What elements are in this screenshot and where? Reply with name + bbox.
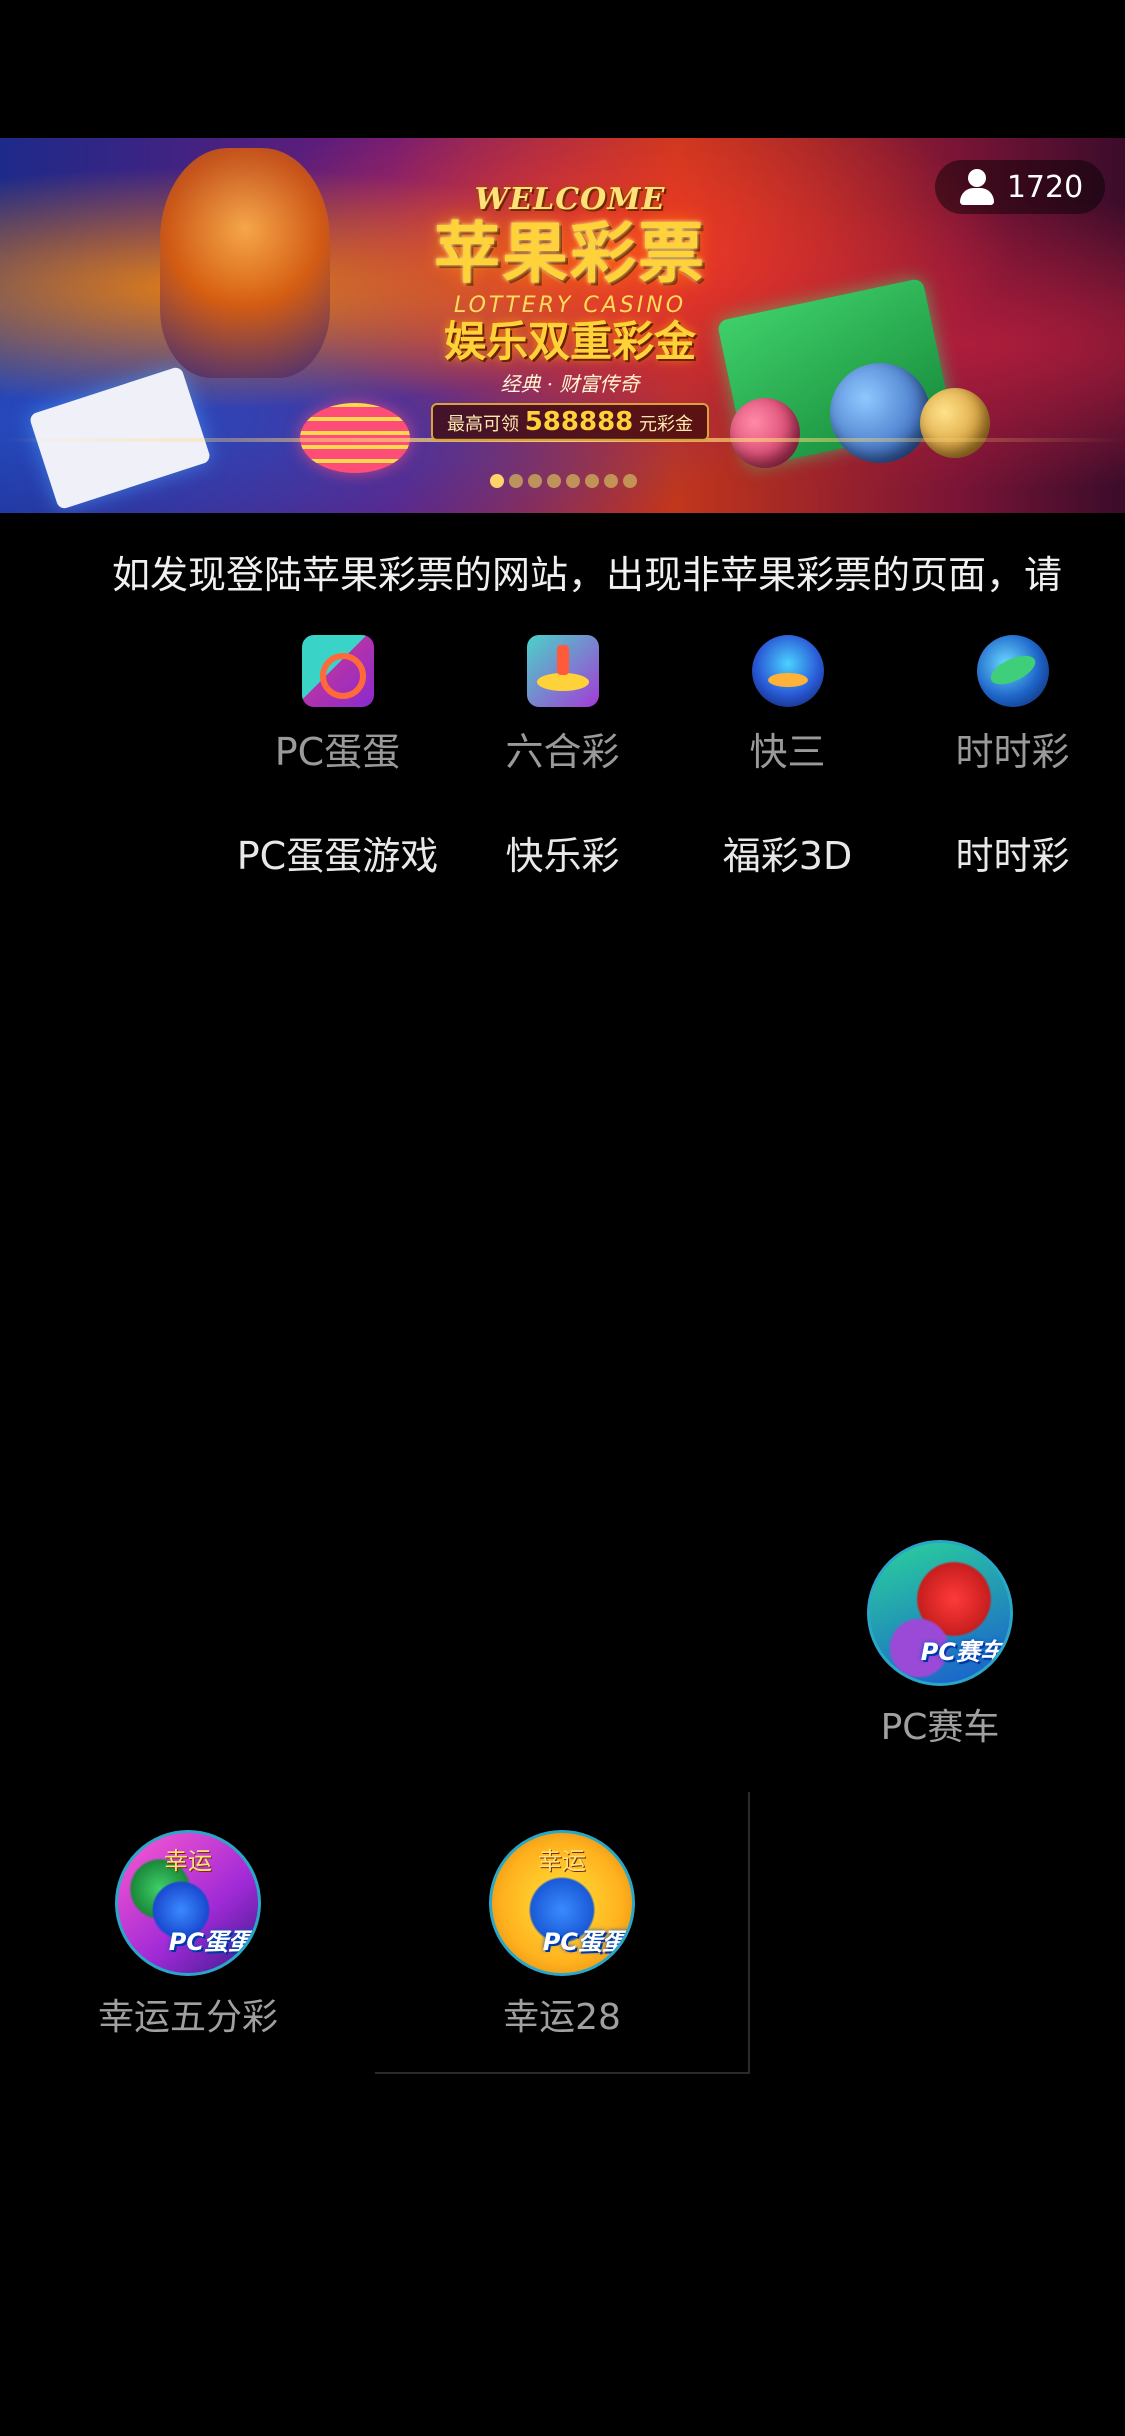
game-badge: PC蛋蛋 xyxy=(168,1928,252,1956)
banner-tagline: 经典 · 财富传奇 xyxy=(500,372,640,396)
trophy-icon xyxy=(751,635,824,707)
category-kuailecai[interactable]: 快乐彩 xyxy=(450,825,675,880)
category-label: 时时彩 xyxy=(955,730,1070,774)
carousel-dot[interactable] xyxy=(604,474,618,488)
category-liuhecai[interactable]: 六合彩 xyxy=(450,635,675,776)
banner-casino: LOTTERY CASINO xyxy=(453,293,687,318)
carousel-dot[interactable] xyxy=(623,474,637,488)
bonus-suffix: 元彩金 xyxy=(639,414,693,435)
game-top-label: 幸运 xyxy=(538,1847,586,1875)
carousel-dot[interactable] xyxy=(490,474,504,488)
category-pc-dandan-games[interactable]: PC蛋蛋游戏 xyxy=(225,825,450,880)
category-kuaisan[interactable]: 快三 xyxy=(675,635,900,776)
game-pc-racing[interactable]: PC赛车 PC赛车 xyxy=(820,1540,1060,1750)
game-name: 幸运五分彩 xyxy=(97,1997,278,2038)
online-users-badge: 1720 xyxy=(935,160,1105,214)
banner-brand: 苹果彩票 xyxy=(434,215,706,292)
carousel-dot[interactable] xyxy=(547,474,561,488)
category-label: PC蛋蛋游戏 xyxy=(236,834,439,878)
game-lucky-five-icon: 幸运 PC蛋蛋 xyxy=(115,1830,261,1976)
category-label: 六合彩 xyxy=(505,730,620,774)
globe-icon xyxy=(976,635,1049,707)
game-name: PC赛车 xyxy=(880,1707,1000,1748)
cards-icon xyxy=(301,635,374,707)
banner-headline: WELCOME 苹果彩票 LOTTERY CASINO 娱乐双重彩金 经典 · … xyxy=(380,178,760,441)
banner-carousel[interactable]: WELCOME 苹果彩票 LOTTERY CASINO 娱乐双重彩金 经典 · … xyxy=(0,138,1125,513)
users-icon xyxy=(957,169,997,205)
carousel-dot[interactable] xyxy=(509,474,523,488)
game-name: 幸运28 xyxy=(503,1997,621,2038)
carousel-dot[interactable] xyxy=(528,474,542,488)
game-badge: PC蛋蛋 xyxy=(542,1928,626,1956)
category-label: 福彩3D xyxy=(722,834,853,878)
game-lucky-28[interactable]: 幸运 PC蛋蛋 幸运28 xyxy=(442,1830,682,2040)
marquee-notice: 如发现登陆苹果彩票的网站，出现非苹果彩票的页面，请 xyxy=(112,545,1067,605)
game-pc-racing-icon: PC赛车 xyxy=(867,1540,1013,1686)
carousel-dot[interactable] xyxy=(566,474,580,488)
banner-ball xyxy=(830,363,930,463)
banner-ball xyxy=(920,388,990,458)
panel-divider-bottom xyxy=(375,2072,750,2074)
category-label: PC蛋蛋 xyxy=(274,730,401,774)
game-lucky-five[interactable]: 幸运 PC蛋蛋 幸运五分彩 xyxy=(68,1830,308,2040)
banner-bonus: 最高可领 588888 元彩金 xyxy=(430,403,709,441)
category-shishicai[interactable]: 时时彩 xyxy=(900,635,1125,776)
game-badge: PC赛车 xyxy=(920,1638,1004,1666)
category-pc-dandan[interactable]: PC蛋蛋 xyxy=(225,635,450,776)
category-label: 快乐彩 xyxy=(505,834,620,878)
banner-slogan: 娱乐双重彩金 xyxy=(443,317,696,366)
banner-welcome: WELCOME xyxy=(474,182,666,217)
bonus-amount: 588888 xyxy=(524,407,634,437)
online-count: 1720 xyxy=(1006,169,1084,205)
bonus-prefix: 最高可领 xyxy=(446,414,519,435)
panel-divider xyxy=(748,1792,750,2074)
notice-text: 如发现登陆苹果彩票的网站，出现非苹果彩票的页面，请 xyxy=(112,553,1063,597)
carousel-dot[interactable] xyxy=(585,474,599,488)
carousel-indicators[interactable] xyxy=(490,474,637,488)
category-label: 时时彩 xyxy=(955,834,1070,878)
category-shishicai-2[interactable]: 时时彩 xyxy=(900,825,1125,880)
banner-robot-graphic xyxy=(160,148,330,378)
gift-icon xyxy=(526,635,599,707)
game-top-label: 幸运 xyxy=(164,1847,212,1875)
category-fucai-3d[interactable]: 福彩3D xyxy=(675,825,900,880)
category-label: 快三 xyxy=(749,730,826,774)
game-lucky-28-icon: 幸运 PC蛋蛋 xyxy=(489,1830,635,1976)
